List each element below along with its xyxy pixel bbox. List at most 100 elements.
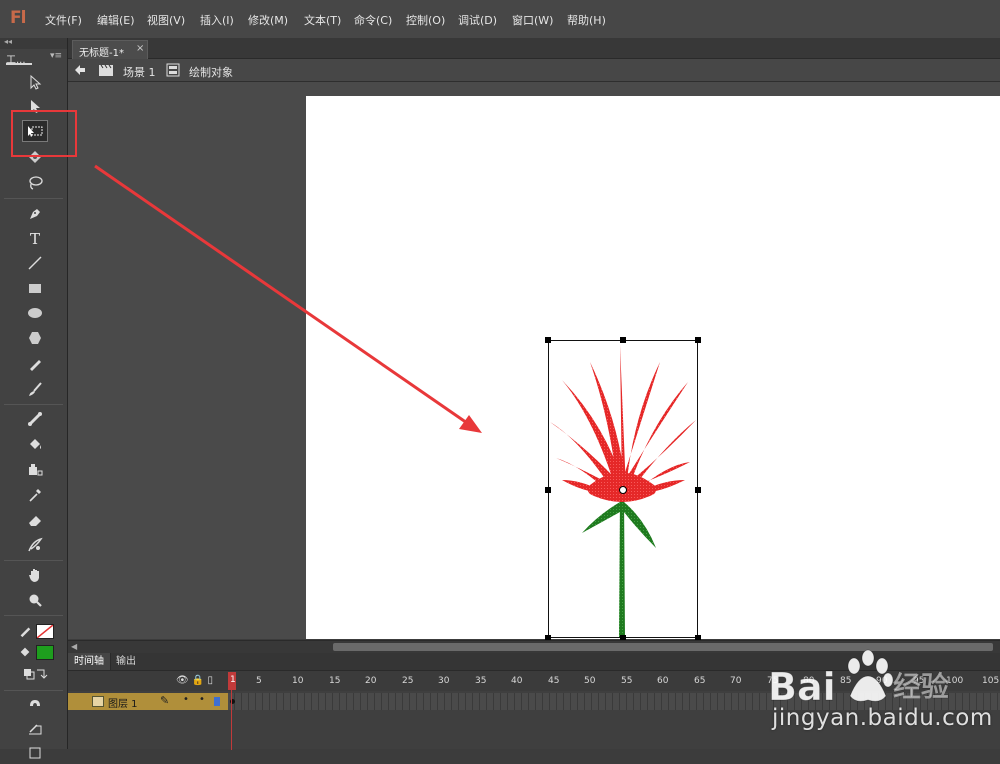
polygon-icon — [29, 332, 41, 344]
text-tool[interactable]: T — [22, 227, 48, 249]
tool-highlight-box — [11, 110, 77, 157]
hand-tool[interactable] — [22, 564, 48, 586]
transform-center-point[interactable] — [619, 486, 627, 494]
layer-icon — [92, 696, 104, 707]
pencil-icon — [30, 360, 41, 371]
swap-colors-icon[interactable] — [22, 666, 48, 682]
eraser-tool[interactable] — [22, 509, 48, 531]
frame-number: 60 — [657, 676, 669, 686]
menu-insert[interactable]: 插入(I) — [200, 12, 234, 28]
lock-dot[interactable]: • — [199, 694, 205, 705]
lasso-tool[interactable] — [22, 172, 48, 194]
menu-text[interactable]: 文本(T) — [304, 12, 341, 28]
close-icon[interactable]: × — [136, 43, 144, 54]
layer-row[interactable]: 图层 1 ✎ • • — [68, 693, 228, 710]
tab-output[interactable]: 输出 — [110, 653, 142, 670]
document-tab[interactable]: 无标题-1* × — [72, 40, 148, 59]
smooth-icon — [29, 724, 42, 735]
drawing-object-icon — [166, 63, 180, 80]
clapperboard-icon — [98, 64, 114, 79]
pencil-icon: ✎ — [160, 694, 170, 707]
straighten-tool[interactable] — [22, 742, 48, 764]
frame-number: 30 — [438, 676, 450, 686]
deco-tool[interactable] — [22, 534, 48, 556]
rectangle-icon — [29, 284, 41, 293]
visibility-dot[interactable]: • — [183, 694, 189, 705]
menu-file[interactable]: 文件(F) — [45, 12, 82, 28]
back-arrow-icon[interactable] — [74, 64, 86, 79]
frame-number: 45 — [548, 676, 560, 686]
snap-magnet-tool[interactable] — [22, 694, 48, 716]
frame-number: 40 — [511, 676, 523, 686]
document-tab-title: 无标题-1* — [79, 48, 124, 59]
brush-tool[interactable] — [22, 378, 48, 400]
frame-number: 35 — [475, 676, 487, 686]
magnet-icon — [30, 700, 40, 706]
menu-help[interactable]: 帮助(H) — [567, 12, 606, 28]
transform-handle[interactable] — [695, 487, 701, 493]
layer-outline-color[interactable] — [214, 697, 220, 706]
brush-icon — [29, 382, 42, 396]
frame-number: 70 — [730, 676, 742, 686]
menu-window[interactable]: 窗口(W) — [512, 12, 553, 28]
collapse-icon[interactable]: ◂◂ — [4, 37, 12, 46]
tools-panel-header: ◂◂ — [0, 37, 67, 49]
pen-tool[interactable] — [22, 202, 48, 224]
tools-divider — [4, 615, 63, 616]
ink-bottle-tool[interactable] — [22, 458, 48, 480]
smooth-tool[interactable] — [22, 718, 48, 740]
scene-label[interactable]: 场景 1 — [123, 64, 156, 80]
eyedropper-tool[interactable] — [22, 484, 48, 506]
frame-number: 65 — [694, 676, 706, 686]
zoom-tool[interactable] — [22, 589, 48, 611]
bone-icon — [28, 412, 42, 426]
svg-text:经验: 经验 — [893, 670, 949, 703]
tab-timeline[interactable]: 时间轴 — [68, 653, 111, 670]
straighten-icon — [29, 747, 41, 759]
svg-text:Bai: Bai — [768, 665, 836, 709]
oval-tool[interactable] — [22, 302, 48, 324]
layer-name[interactable]: 图层 1 — [108, 695, 138, 710]
lasso-icon — [29, 176, 43, 190]
bone-tool[interactable] — [22, 408, 48, 430]
eraser-icon — [29, 516, 41, 526]
fill-color-swatch[interactable] — [36, 645, 54, 660]
rectangle-tool[interactable] — [22, 277, 48, 299]
layer-toggle-icons[interactable]: 👁 🔒 ▯ — [176, 675, 213, 686]
menu-bar: Fl 文件(F) 编辑(E) 视图(V) 插入(I) 修改(M) 文本(T) 命… — [0, 0, 1000, 39]
menu-control[interactable]: 控制(O) — [406, 12, 445, 28]
polystar-tool[interactable] — [22, 327, 48, 349]
eyedropper-icon — [29, 489, 41, 502]
stroke-color-icon — [18, 624, 34, 638]
menu-debug[interactable]: 调试(D) — [458, 12, 497, 28]
menu-commands[interactable]: 命令(C) — [354, 12, 392, 28]
pen-icon — [30, 209, 40, 219]
oval-icon — [28, 308, 42, 318]
paint-bucket-tool[interactable] — [22, 433, 48, 455]
panel-menu-icon[interactable]: ▾≡ — [50, 51, 62, 61]
menu-modify[interactable]: 修改(M) — [248, 12, 288, 28]
transform-handle[interactable] — [545, 487, 551, 493]
current-frame-number: 1 — [230, 675, 236, 685]
menu-view[interactable]: 视图(V) — [147, 12, 185, 28]
arrow-icon — [30, 74, 42, 90]
menu-edit[interactable]: 编辑(E) — [97, 12, 135, 28]
line-tool[interactable] — [22, 252, 48, 274]
stroke-color-swatch[interactable] — [36, 624, 54, 639]
watermark-url: jingyan.baidu.com — [772, 705, 993, 731]
frame-number: 15 — [329, 676, 341, 686]
frame-number: 50 — [584, 676, 596, 686]
tools-divider — [4, 690, 63, 691]
scroll-left-icon[interactable]: ◀ — [71, 642, 77, 651]
transform-handle[interactable] — [695, 337, 701, 343]
tools-tab[interactable]: 工... — [6, 51, 32, 66]
selection-tool[interactable] — [22, 71, 48, 93]
ink-bottle-icon — [29, 464, 43, 476]
pencil-tool[interactable] — [22, 353, 48, 375]
frame-number: 25 — [402, 676, 414, 686]
pasteboard[interactable] — [68, 82, 1000, 639]
document-tabs: 无标题-1* × — [68, 38, 1000, 59]
transform-handle[interactable] — [545, 337, 551, 343]
edit-bar: 场景 1 绘制对象 — [68, 59, 1000, 82]
transform-handle[interactable] — [620, 337, 626, 343]
